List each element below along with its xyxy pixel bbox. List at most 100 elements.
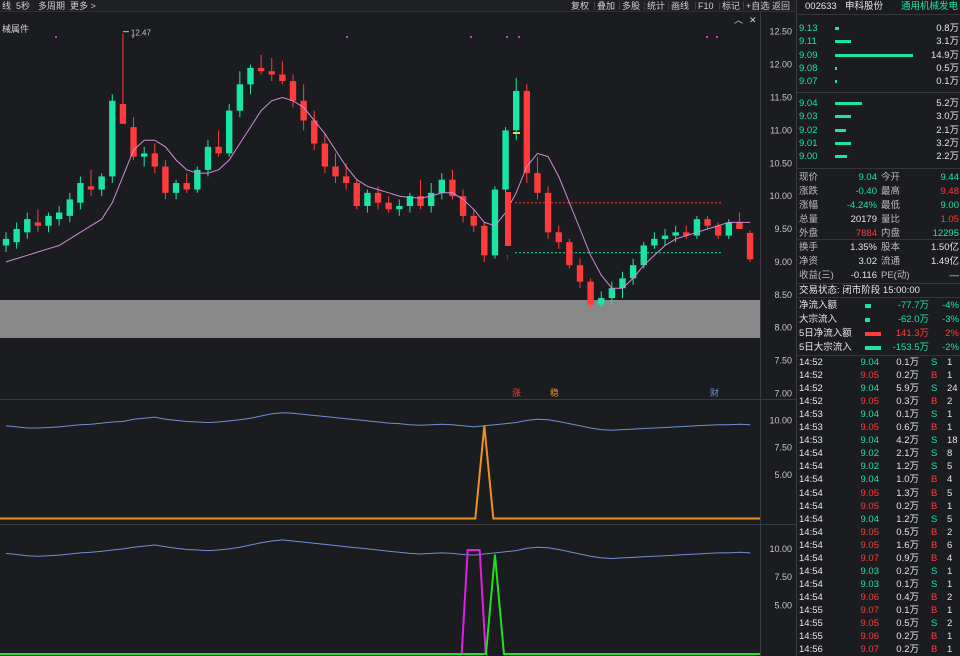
toolbar-right-0[interactable]: 复权 (571, 0, 589, 12)
candle[interactable] (109, 100, 116, 177)
candle[interactable] (608, 288, 616, 299)
candle[interactable] (651, 238, 658, 246)
kline-chart-area[interactable]: 12.50 12.00 11.50 11.00 10.50 10.00 9.50 9.00 8.… (0, 12, 796, 656)
ask-row[interactable]: 9.09 14.9万 (797, 49, 960, 62)
candle[interactable] (598, 298, 605, 305)
ask-row[interactable]: 9.08 0.5万 (797, 62, 960, 75)
candle[interactable] (661, 235, 669, 239)
candle[interactable] (481, 225, 488, 256)
toolbar-right-7[interactable]: +自选 (746, 0, 769, 12)
toolbar-right-1[interactable]: 叠加 (597, 0, 615, 12)
quote-key: 量比 (881, 214, 901, 225)
candle[interactable] (98, 176, 105, 190)
ask-row[interactable]: 9.11 3.1万 (797, 35, 960, 48)
toolbar-right-5[interactable]: F10 (698, 0, 714, 12)
candle[interactable] (140, 153, 148, 157)
candle[interactable] (385, 202, 392, 210)
candle[interactable] (2, 238, 10, 246)
candle[interactable] (204, 146, 212, 170)
candle[interactable] (513, 90, 520, 131)
candle[interactable] (321, 143, 329, 167)
candle[interactable] (268, 71, 275, 75)
candle[interactable] (119, 104, 127, 124)
candle[interactable] (629, 265, 637, 279)
kline-chart-svg[interactable]: 12.50 12.00 11.50 11.00 10.50 10.00 9.50 9.00 8.… (0, 12, 796, 656)
tick-price: 9.04 (860, 357, 880, 368)
candle[interactable] (247, 67, 254, 85)
ask-volume-bar (835, 27, 839, 30)
flow-value: -153.5万 (892, 342, 929, 353)
toolbar-right-3[interactable]: 统计 (647, 0, 665, 12)
bid-row[interactable]: 9.02 2.1万 (797, 124, 960, 137)
candle[interactable] (427, 192, 435, 206)
candle[interactable] (364, 192, 371, 206)
candle[interactable] (215, 146, 222, 154)
tick-row: 14:55 9.06 0.2万 B 1 (797, 630, 960, 643)
toolbar-left-3[interactable]: 更多 > (70, 0, 96, 12)
tick-price: 9.05 (860, 370, 880, 382)
candle[interactable] (34, 222, 42, 226)
candle[interactable] (162, 166, 169, 193)
toolbar-right-2[interactable]: 多股 (622, 0, 640, 12)
bid-volume: 5.2万 (936, 98, 959, 109)
candle[interactable] (672, 232, 679, 236)
candle[interactable] (470, 215, 477, 226)
candle[interactable] (77, 182, 84, 203)
candle[interactable] (566, 242, 573, 266)
bid-row[interactable]: 9.04 5.2万 (797, 97, 960, 110)
candle[interactable] (279, 74, 286, 82)
tick-price: 9.04 (860, 474, 880, 486)
candle[interactable] (523, 90, 531, 174)
candle[interactable] (640, 245, 647, 266)
toolbar-right-4[interactable]: 画线 (671, 0, 689, 12)
candle[interactable] (45, 215, 52, 226)
ask-row[interactable]: 9.13 0.8万 (797, 22, 960, 35)
candle[interactable] (226, 110, 233, 154)
candle[interactable] (587, 281, 594, 305)
candle[interactable] (130, 127, 137, 157)
candle[interactable] (704, 219, 711, 226)
bid-row[interactable]: 9.00 2.2万 (797, 150, 960, 163)
toolbar-right-8[interactable]: 返回 (772, 0, 790, 12)
candle[interactable] (438, 179, 445, 193)
candle[interactable] (55, 212, 63, 220)
ask-volume-bar (835, 53, 913, 57)
tick-time: 14:52 (799, 370, 823, 382)
bid-row[interactable]: 9.01 3.2万 (797, 137, 960, 150)
candle[interactable] (534, 173, 541, 193)
candle[interactable] (736, 222, 743, 230)
indicator-label: 械属件 (2, 23, 29, 34)
candle[interactable] (24, 219, 31, 233)
candle[interactable] (353, 182, 360, 206)
candle[interactable] (374, 192, 382, 203)
candle[interactable] (576, 265, 584, 282)
candle[interactable] (746, 232, 754, 260)
candle[interactable] (725, 222, 732, 236)
bid-row[interactable]: 9.03 3.0万 (797, 110, 960, 123)
toolbar-left-2[interactable]: 多周期 (38, 0, 65, 12)
candle[interactable] (151, 153, 158, 167)
candle[interactable] (332, 166, 339, 177)
candle[interactable] (502, 130, 509, 190)
candle[interactable] (236, 84, 244, 111)
candle[interactable] (87, 186, 95, 190)
candle[interactable] (342, 176, 350, 183)
flow-percent: -2% (942, 342, 959, 353)
candle[interactable] (289, 81, 297, 101)
toolbar-left-1[interactable]: 5秒 (16, 0, 30, 12)
sub1-blue-line (5, 412, 751, 431)
candle[interactable] (544, 192, 552, 233)
candle[interactable] (555, 232, 562, 243)
candle[interactable] (396, 206, 403, 210)
candle[interactable] (257, 67, 265, 72)
candle[interactable] (172, 182, 180, 193)
ask-row[interactable]: 9.07 0.1万 (797, 75, 960, 88)
tick-count: 1 (947, 631, 953, 643)
candle[interactable] (183, 182, 190, 190)
candle[interactable] (714, 225, 722, 236)
candle[interactable] (13, 229, 20, 243)
toolbar-right-6[interactable]: 标记 (722, 0, 740, 12)
candle[interactable] (66, 199, 73, 216)
tick-time: 14:55 (799, 618, 823, 629)
toolbar-left-0[interactable]: 线 (2, 0, 11, 12)
